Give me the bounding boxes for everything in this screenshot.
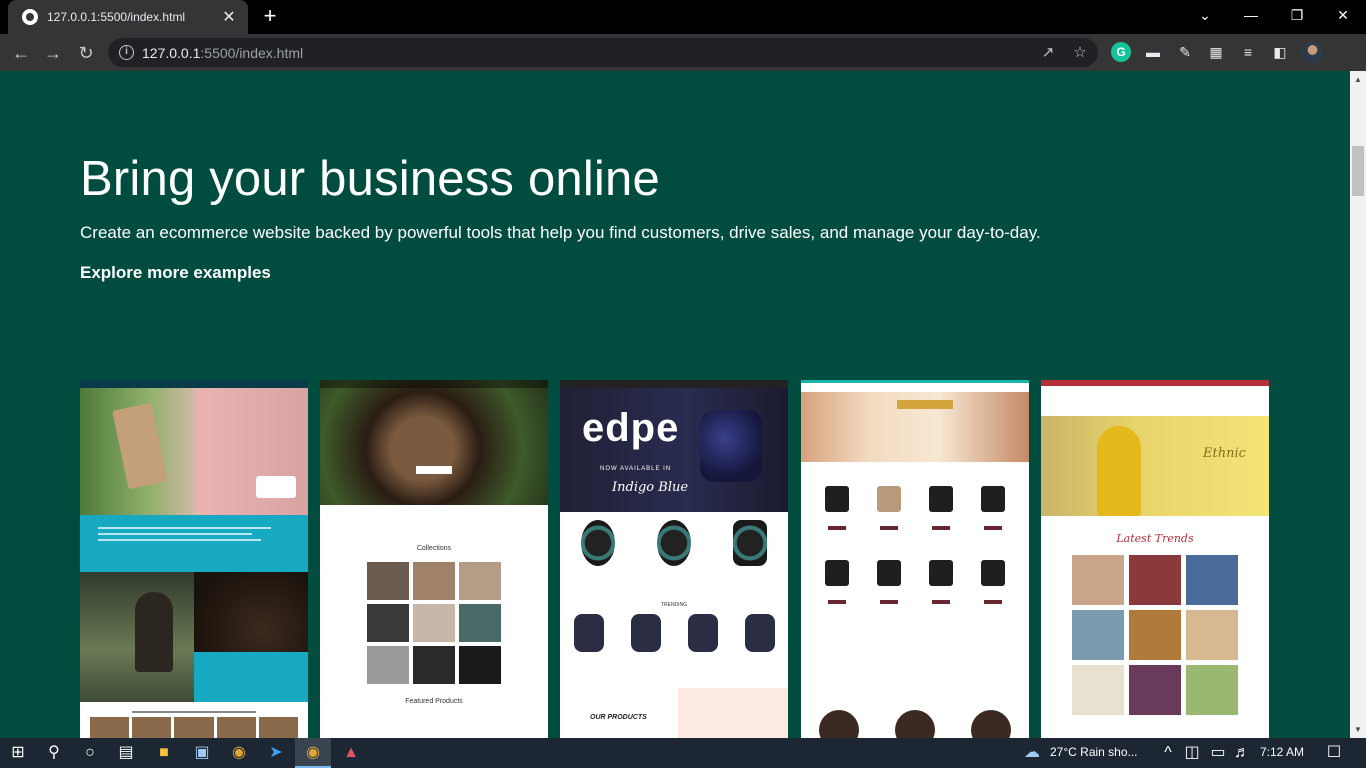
browser-tab-active[interactable]: 127.0.0.1:5500/index.html ✕: [8, 0, 248, 34]
battery-icon[interactable]: ▭: [1206, 741, 1230, 765]
clock[interactable]: 7:12 AM: [1260, 745, 1304, 759]
card-hero-image: [80, 388, 308, 515]
card-hero-image: Ethnic: [1041, 416, 1269, 516]
share-icon[interactable]: ↗: [1038, 43, 1058, 63]
new-tab-button[interactable]: +: [258, 4, 282, 30]
search-icon[interactable]: ⚲: [42, 741, 66, 765]
app-icon[interactable]: ▲: [339, 741, 363, 765]
edpe-logo: edpe: [582, 406, 680, 450]
example-card-ethnic[interactable]: Ethnic Latest Trends: [1041, 380, 1269, 738]
product-grid: [1041, 555, 1269, 715]
close-window-button[interactable]: ✕: [1320, 0, 1366, 30]
back-arrow-icon[interactable]: ←: [8, 40, 34, 66]
card-teal-section: [80, 515, 308, 572]
products-heading: OUR PRODUCTS: [590, 714, 647, 721]
media-queue-icon[interactable]: ≡: [1238, 42, 1258, 62]
info-icon[interactable]: i: [119, 45, 134, 60]
card-nav-bar: [801, 380, 1029, 392]
close-tab-icon[interactable]: ✕: [220, 7, 238, 27]
sidepanel-icon[interactable]: ◧: [1270, 42, 1290, 62]
card-nav-bar: [560, 380, 788, 388]
example-card-edpe[interactable]: edpe NOW AVAILABLE IN Indigo Blue TRENDI…: [560, 380, 788, 738]
watch-row: [560, 520, 788, 566]
forward-arrow-icon[interactable]: →: [40, 40, 66, 66]
example-card-cosmetics[interactable]: [801, 380, 1029, 738]
volume-icon[interactable]: ♬: [1230, 741, 1254, 765]
card-footer: [80, 702, 308, 738]
address-bar[interactable]: i 127.0.0.1:5500/index.html ↗ ☆: [108, 38, 1098, 67]
collections-heading: Collections: [416, 545, 452, 552]
card-hero-image: [320, 380, 548, 505]
trending-row: [560, 614, 788, 652]
profile-avatar[interactable]: [1302, 42, 1323, 63]
card-hero-image: [801, 392, 1029, 462]
product-image: [112, 402, 168, 490]
notification-icon[interactable]: ☐: [1322, 741, 1346, 765]
card-nav-bar: [80, 380, 308, 388]
extension-dark-icon[interactable]: ▬: [1143, 42, 1163, 62]
grammarly-icon[interactable]: G: [1111, 42, 1131, 62]
scrollbar-thumb[interactable]: [1352, 146, 1364, 196]
hero-subtitle: Create an ecommerce website backed by po…: [80, 223, 1041, 242]
file-explorer-icon[interactable]: ■: [152, 741, 176, 765]
photos-icon[interactable]: ▣: [190, 741, 214, 765]
chrome-icon[interactable]: ◉: [301, 741, 325, 765]
example-card-coffee[interactable]: [80, 380, 308, 738]
pen-icon[interactable]: ✎: [1175, 42, 1195, 62]
puzzle-icon[interactable]: ▦: [1206, 42, 1226, 62]
vscode-icon[interactable]: ➤: [264, 741, 288, 765]
latest-trends-heading: Latest Trends: [1116, 532, 1194, 545]
weather-icon[interactable]: ☁: [1020, 741, 1044, 765]
weather-text[interactable]: 27°C Rain sho...: [1050, 745, 1138, 759]
card-nav-bar: [1041, 386, 1269, 416]
promo-panel: [678, 688, 788, 738]
reload-icon[interactable]: ↻: [73, 40, 99, 66]
product-row: [811, 560, 1019, 586]
page-viewport: Bring your business online Create an eco…: [0, 71, 1350, 738]
collections-grid: [320, 562, 548, 684]
product-row: [811, 486, 1019, 512]
example-card-jewelry[interactable]: Collections Featured Products: [320, 380, 548, 738]
network-icon[interactable]: ◫: [1180, 741, 1204, 765]
globe-icon: [22, 9, 38, 25]
star-icon[interactable]: ☆: [1070, 43, 1090, 63]
chrome-icon[interactable]: ◉: [227, 741, 251, 765]
url-text[interactable]: 127.0.0.1:5500/index.html: [142, 45, 303, 61]
earbuds-image: [700, 410, 762, 482]
hero-title: Bring your business online: [80, 152, 660, 206]
promo-box: [256, 476, 296, 498]
restore-button[interactable]: ❐: [1274, 0, 1320, 30]
card-image-row: [80, 572, 308, 702]
reviews-row: [801, 710, 1029, 738]
featured-heading: Featured Products: [405, 698, 463, 705]
windows-taskbar: ⊞ ⚲ ○ ▤ ■ ▣ ◉ ➤ ◉ ▲ ☁ 27°C Rain sho... ^…: [0, 738, 1366, 768]
chevron-up-icon[interactable]: ^: [1156, 741, 1180, 765]
explore-more-link[interactable]: Explore more examples: [80, 263, 271, 283]
tab-search-button[interactable]: ⌄: [1182, 0, 1228, 30]
page-scrollbar[interactable]: ▲ ▼: [1350, 71, 1366, 738]
trending-heading: TRENDING: [660, 602, 688, 608]
browser-toolbar: ← → ↻ i 127.0.0.1:5500/index.html ↗ ☆ G …: [0, 34, 1366, 71]
windows-start-icon[interactable]: ⊞: [6, 741, 30, 765]
card-hero-image: edpe NOW AVAILABLE IN Indigo Blue: [560, 388, 788, 512]
tab-strip: 127.0.0.1:5500/index.html ✕ + ⌄ — ❐ ✕: [0, 0, 1366, 34]
task-view-icon[interactable]: ▤: [114, 741, 138, 765]
tab-title: 127.0.0.1:5500/index.html: [47, 10, 186, 24]
cortana-icon[interactable]: ○: [78, 741, 102, 765]
minimize-button[interactable]: —: [1228, 0, 1274, 30]
